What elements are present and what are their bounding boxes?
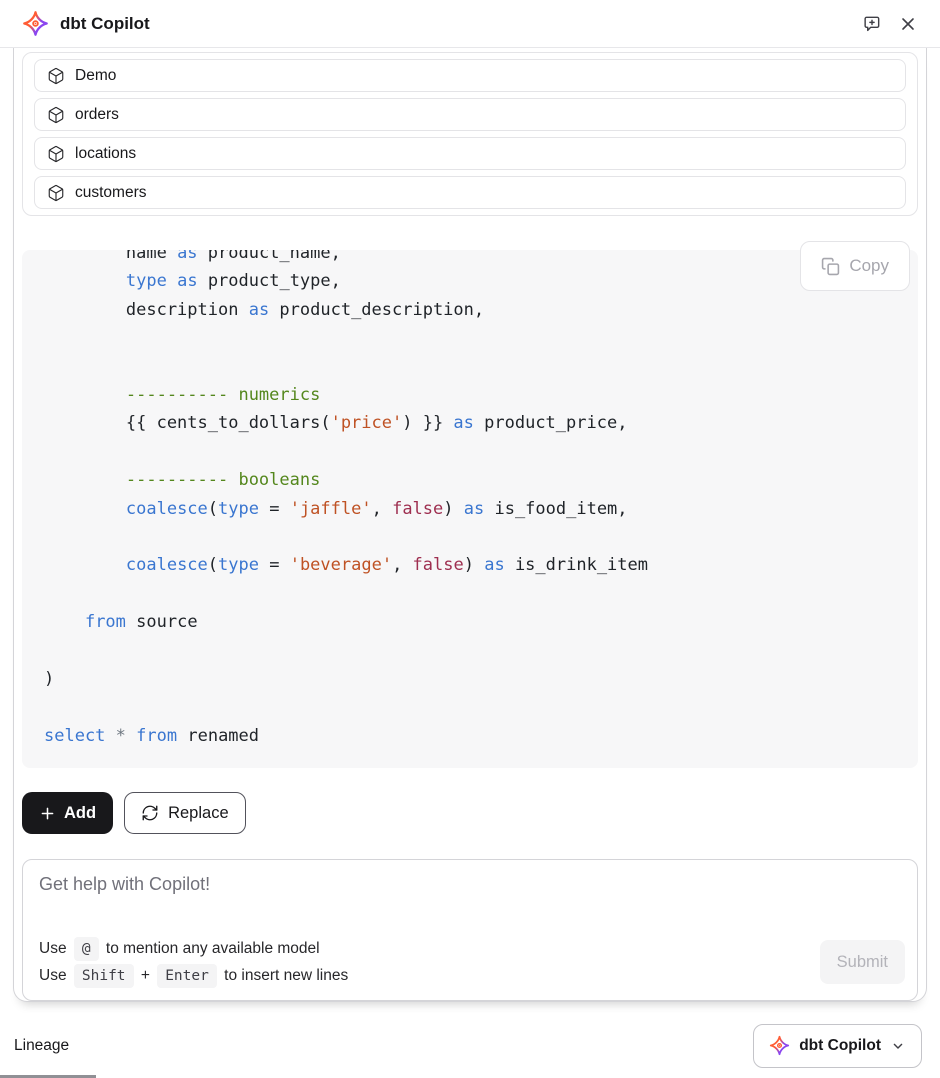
dbt-copilot-logo-icon xyxy=(769,1035,790,1056)
kbd-key: @ xyxy=(74,937,99,961)
model-chip[interactable]: locations xyxy=(34,137,906,170)
replace-button-label: Replace xyxy=(168,804,229,823)
close-icon[interactable] xyxy=(898,14,918,34)
model-label: customers xyxy=(75,184,147,202)
code-container: name as product_name, type as product_ty… xyxy=(22,250,918,768)
model-label: locations xyxy=(75,145,136,163)
copy-button[interactable]: Copy xyxy=(800,241,910,291)
model-list: Demo orders locations customers xyxy=(22,52,918,216)
cube-icon xyxy=(47,106,65,124)
tab-lineage[interactable]: Lineage xyxy=(0,1013,96,1078)
header-actions xyxy=(862,14,918,34)
kbd-key: Enter xyxy=(157,964,217,988)
tab-lineage-label: Lineage xyxy=(14,1037,69,1055)
page-title: dbt Copilot xyxy=(60,14,150,34)
add-button-label: Add xyxy=(64,804,96,823)
kbd-key: Shift xyxy=(74,964,134,988)
copy-icon xyxy=(821,257,840,276)
plus-icon xyxy=(39,805,56,822)
model-label: orders xyxy=(75,106,119,124)
copilot-selector-button[interactable]: dbt Copilot xyxy=(753,1024,922,1068)
prompt-hints: Use @ to mention any available model Use… xyxy=(39,935,353,989)
panel-header: dbt Copilot xyxy=(0,0,940,48)
dbt-copilot-logo-icon xyxy=(22,10,49,37)
cube-icon xyxy=(47,67,65,85)
prompt-input[interactable]: Get help with Copilot! Use @ to mention … xyxy=(22,859,918,1001)
copilot-panel: Demo orders locations customers name as … xyxy=(13,48,927,1002)
copy-button-label: Copy xyxy=(849,256,889,276)
code-content: name as product_name, type as product_ty… xyxy=(22,250,918,750)
replace-button[interactable]: Replace xyxy=(124,792,246,834)
add-button[interactable]: Add xyxy=(22,792,113,834)
chevron-down-icon xyxy=(890,1038,906,1054)
actions-row: Add Replace xyxy=(22,792,918,834)
prompt-hint: Use Shift + Enter to insert new lines xyxy=(39,962,353,989)
cube-icon xyxy=(47,184,65,202)
prompt-placeholder: Get help with Copilot! xyxy=(39,874,901,895)
code-block: name as product_name, type as product_ty… xyxy=(22,250,918,768)
model-chip[interactable]: customers xyxy=(34,176,906,209)
refresh-icon xyxy=(141,804,159,822)
model-chip[interactable]: orders xyxy=(34,98,906,131)
new-chat-icon[interactable] xyxy=(862,14,882,34)
model-label: Demo xyxy=(75,67,116,85)
cube-icon xyxy=(47,145,65,163)
footer-bar: Lineage dbt Copilot xyxy=(0,1013,940,1078)
prompt-hint: Use @ to mention any available model xyxy=(39,935,353,962)
submit-button[interactable]: Submit xyxy=(820,940,905,984)
model-chip[interactable]: Demo xyxy=(34,59,906,92)
copilot-selector-label: dbt Copilot xyxy=(799,1037,881,1055)
